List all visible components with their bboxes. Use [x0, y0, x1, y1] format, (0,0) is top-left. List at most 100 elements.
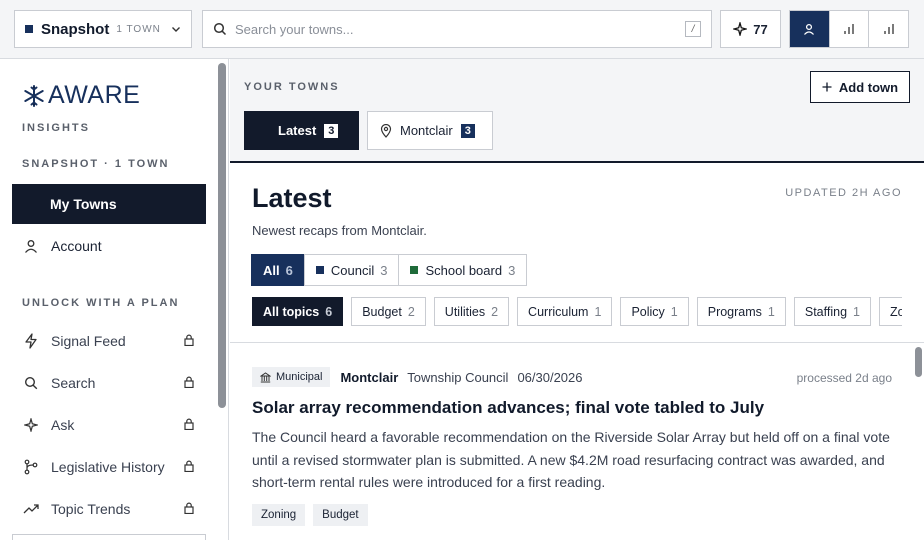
card-description: The Council heard a favorable recommenda…: [252, 429, 890, 490]
topic-count: 1: [670, 304, 678, 319]
sidebar-item-label: My Towns: [50, 196, 117, 212]
section-heading-snapshot: SNAPSHOT · 1 TOWN: [22, 158, 170, 170]
credits-button[interactable]: 77: [720, 10, 781, 48]
updated-timestamp: UPDATED 2H AGO: [785, 187, 902, 199]
add-town-label: Add town: [838, 79, 899, 95]
towns-header: YOUR TOWNS Add town Latest 3 Montclair 3: [230, 59, 924, 163]
snowflake-logo-icon: [24, 84, 44, 107]
bar-chart-icon: [884, 24, 894, 34]
card-body: Township Council: [407, 369, 509, 385]
search-bar[interactable]: /: [202, 10, 712, 48]
processed-timestamp: processed 2d ago: [796, 371, 892, 385]
logo-text: AWARE: [48, 81, 141, 109]
main-scrollbar[interactable]: [915, 347, 922, 377]
sidebar-cta-box[interactable]: [12, 534, 206, 540]
sidebar-item-topic-trends[interactable]: Topic Trends: [12, 489, 206, 529]
topic-chip-utilities[interactable]: Utilities 2: [433, 297, 510, 326]
lock-icon: [184, 418, 194, 430]
view-toggle: [789, 10, 909, 48]
school-board-color-dot: [410, 266, 419, 274]
search-input[interactable]: [235, 21, 685, 37]
topic-label: Budget: [362, 304, 402, 319]
topic-count: 1: [594, 304, 602, 319]
sidebar-item-legislative-history[interactable]: Legislative History: [12, 447, 206, 487]
filter-label: Council: [330, 262, 375, 278]
map-pin-icon: [380, 123, 392, 138]
filter-council[interactable]: Council 3: [303, 254, 400, 286]
sidebar-item-ask[interactable]: Ask: [12, 405, 206, 445]
snapshot-count: 1 TOWN: [116, 23, 161, 35]
sidebar-item-account[interactable]: Account: [12, 226, 206, 266]
user-icon: [23, 238, 39, 254]
logo-subtitle: INSIGHTS: [22, 122, 90, 134]
view-chart-button[interactable]: [830, 11, 870, 47]
tab-latest[interactable]: Latest 3: [244, 111, 359, 150]
snapshot-label: Snapshot: [41, 20, 110, 38]
recap-card[interactable]: Municipal Montclair Township Council 06/…: [230, 344, 924, 540]
branch-icon: [23, 459, 39, 475]
view-user-button[interactable]: [790, 11, 830, 47]
tab-montclair[interactable]: Montclair 3: [367, 111, 493, 150]
trending-up-icon: [23, 501, 39, 517]
sidebar-item-search[interactable]: Search: [12, 363, 206, 403]
user-icon: [804, 23, 815, 35]
topic-chip-zoning[interactable]: Zoning: [879, 297, 902, 326]
add-town-button[interactable]: Add town: [810, 71, 910, 103]
tab-count-badge: 3: [460, 123, 475, 138]
sparkle-icon: [733, 22, 748, 36]
card-title[interactable]: Solar array recommendation advances; fin…: [252, 398, 764, 418]
snapshot-selector[interactable]: Snapshot 1 TOWN: [14, 10, 192, 48]
topic-chip-policy[interactable]: Policy 1: [620, 297, 689, 326]
filter-count: 6: [285, 262, 293, 278]
filter-all[interactable]: All 6: [251, 254, 305, 286]
filter-label: School board: [425, 262, 503, 278]
section-heading-unlock: UNLOCK WITH A PLAN: [22, 297, 180, 309]
sparkle-icon: [23, 417, 39, 433]
latest-section: Latest UPDATED 2H AGO Newest recaps from…: [230, 163, 924, 343]
search-shortcut-key: /: [685, 21, 701, 37]
topic-count: 1: [853, 304, 860, 319]
sidebar-item-label: Account: [51, 238, 102, 254]
sidebar-item-my-towns[interactable]: My Towns: [12, 184, 206, 224]
chevron-down-icon: [172, 27, 180, 32]
page-subtitle: Newest recaps from Montclair.: [252, 223, 427, 238]
view-chart-alt-button[interactable]: [869, 11, 908, 47]
card-tag[interactable]: Zoning: [252, 504, 306, 526]
card-date: 06/30/2026: [517, 369, 583, 385]
sidebar-item-label: Signal Feed: [51, 333, 126, 349]
plus-icon: [822, 82, 832, 92]
sidebar-item-label: Ask: [51, 417, 75, 433]
your-towns-label: YOUR TOWNS: [244, 81, 340, 93]
body-filter-tabs: All 6 Council 3 School board 3: [251, 254, 528, 286]
page-title: Latest: [252, 183, 332, 213]
sidebar: AWARE INSIGHTS SNAPSHOT · 1 TOWN My Town…: [0, 59, 229, 540]
credits-count: 77: [753, 21, 768, 37]
topic-chip-budget[interactable]: Budget 2: [351, 297, 426, 326]
topic-label: Zoning: [890, 304, 902, 319]
filter-school-board[interactable]: School board 3: [398, 254, 528, 286]
card-tag[interactable]: Budget: [313, 504, 368, 526]
search-icon: [23, 375, 39, 391]
card-town: Montclair: [340, 369, 399, 385]
sidebar-item-signal-feed[interactable]: Signal Feed: [12, 321, 206, 361]
sidebar-item-label: Search: [51, 375, 96, 391]
topic-chip-all[interactable]: All topics 6: [252, 297, 344, 326]
tab-label: Latest: [278, 123, 317, 138]
topic-label: Utilities: [444, 304, 486, 319]
topic-chip-curriculum[interactable]: Curriculum 1: [517, 297, 613, 326]
topic-count: 2: [491, 304, 499, 319]
top-bar: Snapshot 1 TOWN / 77: [0, 0, 924, 59]
topic-count: 1: [767, 304, 775, 319]
card-tags: Zoning Budget: [252, 504, 368, 526]
council-color-dot: [315, 266, 324, 274]
sidebar-scrollbar[interactable]: [218, 63, 226, 408]
topic-label: Programs: [707, 304, 762, 319]
tab-count-badge: 3: [324, 123, 339, 138]
topic-chip-staffing[interactable]: Staffing 1: [793, 297, 871, 326]
filter-count: 3: [508, 262, 516, 278]
category-badge: Municipal: [252, 367, 331, 387]
lock-icon: [184, 460, 194, 472]
topic-chip-programs[interactable]: Programs 1: [696, 297, 786, 326]
bar-chart-icon: [844, 24, 854, 34]
filter-count: 3: [380, 262, 388, 278]
